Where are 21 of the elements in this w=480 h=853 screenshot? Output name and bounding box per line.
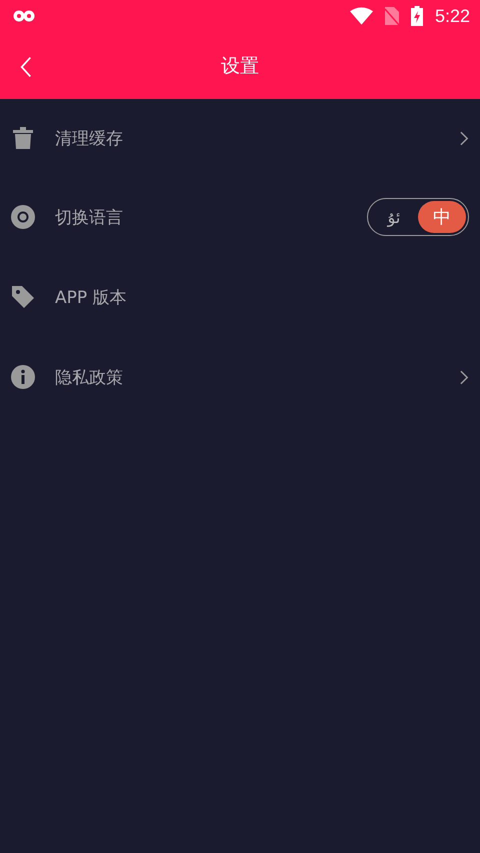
- chevron-right-icon: [460, 130, 469, 146]
- row-label: 清理缓存: [55, 128, 123, 150]
- settings-row[interactable]: 隐私政策: [0, 337, 480, 417]
- row-label: 隐私政策: [55, 366, 123, 388]
- row-label: APP 版本: [55, 286, 127, 308]
- status-time: 5:22: [434, 6, 470, 26]
- app-notification-icon: [13, 10, 35, 22]
- settings-row[interactable]: 清理缓存: [0, 99, 480, 177]
- battery-charging-icon: [410, 6, 423, 26]
- language-option[interactable]: 中: [418, 201, 466, 233]
- chevron-right-icon: [460, 370, 469, 384]
- chrome-icon: [11, 205, 35, 229]
- wifi-icon: [350, 7, 373, 25]
- no-sim-icon: [384, 7, 399, 25]
- page-title: 设置: [221, 54, 259, 78]
- tag-icon: [11, 285, 35, 309]
- settings-row[interactable]: APP 版本: [0, 257, 480, 337]
- language-option[interactable]: ئۇ: [370, 201, 418, 233]
- info-icon: [11, 365, 35, 389]
- trash-icon: [11, 127, 35, 149]
- row-label: 切换语言: [55, 206, 123, 228]
